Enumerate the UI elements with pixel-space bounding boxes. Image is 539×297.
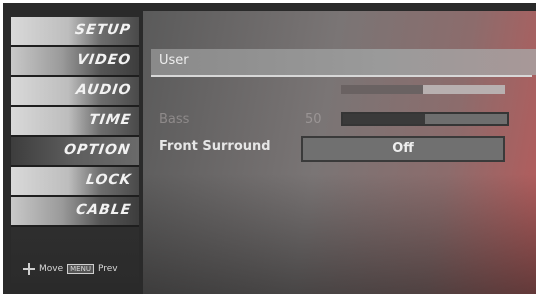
tv-screen: SETUP VIDEO AUDIO TIME OPTION LOCK CABLE [3, 3, 536, 294]
sidebar-item-label: LOCK [84, 172, 133, 188]
sidebar-item-label: VIDEO [75, 52, 133, 68]
sidebar-menu: SETUP VIDEO AUDIO TIME OPTION LOCK CABLE [11, 17, 139, 283]
sidebar-item-lock[interactable]: LOCK [11, 167, 139, 197]
sidebar-item-label: OPTION [63, 142, 133, 158]
top-level-slider[interactable] [341, 85, 505, 94]
bass-slider[interactable] [341, 112, 509, 126]
bass-slider-fill [343, 114, 425, 124]
selection-underline [151, 75, 532, 77]
sidebar-item-time[interactable]: TIME [11, 107, 139, 137]
sidebar-item-cable[interactable]: CABLE [11, 197, 139, 227]
option-panel: User Bass 50 Front Surround Off [143, 11, 536, 294]
move-arrows-icon [23, 263, 35, 275]
sidebar-item-audio[interactable]: AUDIO [11, 77, 139, 107]
bass-label: Bass [159, 112, 190, 127]
slider-fill [341, 85, 423, 94]
front-surround-select[interactable]: Off [301, 136, 505, 162]
sidebar-item-label: TIME [87, 112, 133, 128]
user-mode-label: User [159, 53, 189, 68]
move-hint: Move [39, 264, 64, 274]
sidebar-item-label: AUDIO [74, 82, 133, 98]
sidebar-item-label: CABLE [74, 202, 133, 218]
bass-value: 50 [305, 112, 322, 127]
user-mode-selector[interactable]: User [151, 49, 536, 77]
sidebar-item-video[interactable]: VIDEO [11, 47, 139, 77]
sidebar-footer: Move MENU Prev [23, 263, 118, 275]
sidebar-item-setup[interactable]: SETUP [11, 17, 139, 47]
front-surround-label: Front Surround [159, 139, 271, 154]
sidebar-item-option[interactable]: OPTION [11, 137, 139, 167]
menu-key-icon: MENU [67, 264, 94, 274]
sidebar-item-label: SETUP [74, 22, 133, 38]
prev-hint: Prev [97, 264, 118, 274]
